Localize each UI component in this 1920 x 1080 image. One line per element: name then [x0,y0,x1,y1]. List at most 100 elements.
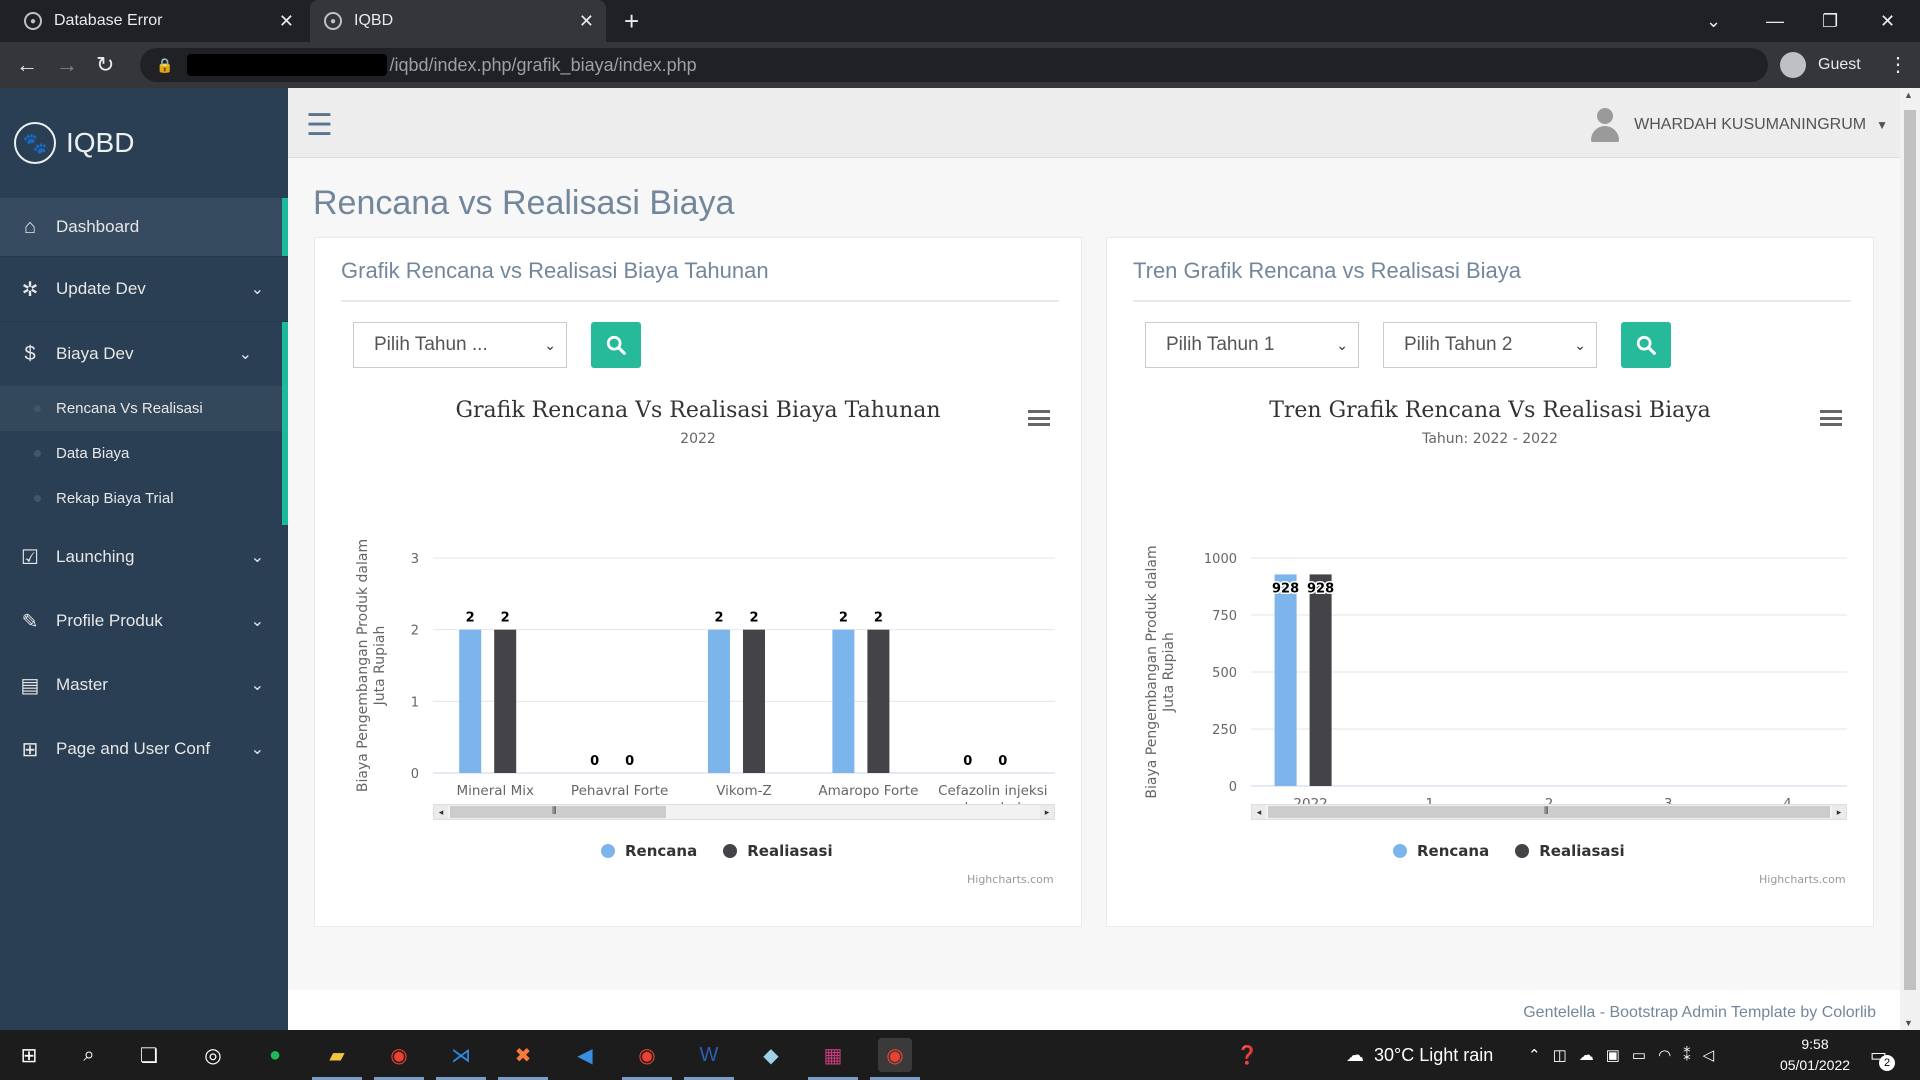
bar-realiasasi[interactable] [1309,574,1332,786]
xampp-icon[interactable]: ✖ [506,1038,540,1072]
legend-label: Realiasasi [1539,842,1625,860]
user-name: WHARDAH KUSUMANINGRUM [1634,116,1867,133]
chrome-profile-icon[interactable]: ◉ [630,1038,664,1072]
bar-realiasasi[interactable] [494,629,517,773]
profile-button[interactable]: Guest [1780,50,1861,80]
scroll-down-icon[interactable]: ▼ [1904,1018,1913,1028]
panel-trend-chart: Tren Grafik Rencana vs Realisasi Biaya P… [1106,237,1874,927]
legend-item-rencana[interactable]: Rencana [1393,842,1489,860]
chart-credits[interactable]: Highcharts.com [1759,873,1846,886]
minimize-icon[interactable]: — [1766,0,1784,42]
url-bar[interactable]: 🔒 /iqbd/index.php/grafik_biaya/index.php [140,48,1768,82]
bar-rencana[interactable] [708,629,730,773]
search-icon[interactable]: ⌕ [72,1038,106,1072]
clock[interactable]: 9:58 05/01/2022 [1760,1034,1870,1076]
page-scrollbar[interactable]: ▲ ▼ [1900,88,1920,1030]
paw-logo-icon: 🐾 [14,122,56,164]
y-axis-label-line: Biaya Pengembangan Produk dalam [1144,545,1160,798]
search-button[interactable] [591,322,641,368]
vscode-icon[interactable]: ⋊ [444,1038,478,1072]
chart-scrollbar[interactable]: ◂ ⦀ ▸ [433,804,1055,820]
chevron-down-icon: ⌄ [1336,336,1348,353]
sidebar-item-master[interactable]: ▤ Master ⌄ [0,653,288,717]
grip-icon: ⦀ [552,806,557,817]
panel-title: Grafik Rencana vs Realisasi Biaya Tahuna… [341,258,769,283]
address-toolbar: ← → ↻ 🔒 /iqbd/index.php/grafik_biaya/ind… [0,42,1920,88]
bar-realiasasi[interactable] [867,629,890,773]
scroll-right-icon[interactable]: ▸ [1832,805,1846,819]
browser-menu-icon[interactable]: ⋮ [1888,52,1908,77]
user-dropdown[interactable]: WHARDAH KUSUMANINGRUM ▼ [1590,108,1888,142]
chrome-icon[interactable]: ◉ [878,1038,912,1072]
weather-widget[interactable]: ☁ 30°C Light rain [1346,1030,1493,1080]
submenu-label: Rencana Vs Realisasi [56,400,203,417]
chrome-profile-icon[interactable]: ◉ [382,1038,416,1072]
close-window-icon[interactable]: ✕ [1880,0,1895,42]
legend-item-realisasi[interactable]: Realiasasi [1515,842,1625,860]
word-icon[interactable]: W [692,1038,726,1072]
scroll-thumb[interactable] [450,806,666,818]
chevron-down-icon: ⌄ [250,281,264,298]
restore-icon[interactable]: ❐ [1822,0,1838,42]
year-select[interactable]: Pilih Tahun ... ⌄ [353,322,567,368]
bar-rencana[interactable] [1274,574,1297,786]
app-icon[interactable]: ◎ [196,1038,230,1072]
brand[interactable]: 🐾 IQBD [0,88,288,198]
close-tab-icon[interactable]: ✕ [279,11,294,32]
menu-toggle-icon[interactable]: ☰ [306,108,333,143]
profile-label: Guest [1818,56,1861,73]
search-button[interactable] [1621,322,1671,368]
footer-credit[interactable]: Gentelella - Bootstrap Admin Template by… [1523,1004,1876,1022]
submenu-label: Rekap Biaya Trial [56,490,174,507]
chart-title: Grafik Rencana Vs Realisasi Biaya Tahuna… [455,398,941,423]
legend-label: Rencana [1417,842,1490,860]
chart-scrollbar[interactable]: ◂ ⦀ ▸ [1251,804,1847,820]
browser-tab-iqbd[interactable]: ● IQBD ✕ [310,0,606,42]
close-tab-icon[interactable]: ✕ [579,11,594,32]
scroll-left-icon[interactable]: ◂ [434,805,448,819]
submenu-item-rekap-biaya-trial[interactable]: Rekap Biaya Trial [0,476,282,521]
app-icon[interactable]: ◆ [754,1038,788,1072]
annual-bar-chart: 0 1 2 3 Biaya Pengembangan Produk dalamJuta … [355,539,1055,816]
browser-tab-database-error[interactable]: ● Database Error ✕ [10,0,306,42]
sidebar-item-page-user-conf[interactable]: ⊞ Page and User Conf ⌄ [0,717,288,781]
chart-menu-icon[interactable] [1028,410,1050,426]
submenu-item-rencana-vs-realisasi[interactable]: Rencana Vs Realisasi [0,386,282,431]
task-view-icon[interactable]: ❏ [132,1038,166,1072]
bar-rencana[interactable] [459,629,482,773]
scroll-up-icon[interactable]: ▲ [1904,90,1913,100]
chevron-down-icon: ⌄ [250,741,264,758]
year-1-select[interactable]: Pilih Tahun 1 ⌄ [1145,322,1359,368]
system-tray-icons[interactable]: ⌃◫☁▣▭◠⁑◁ [1528,1030,1726,1080]
sidebar-item-dashboard[interactable]: ⌂ Dashboard [0,198,288,256]
bar-rencana[interactable] [832,629,855,773]
submenu-item-data-biaya[interactable]: Data Biaya [0,431,282,476]
reload-icon[interactable]: ↻ [96,52,114,78]
chart-menu-icon[interactable] [1820,410,1842,426]
new-tab-button[interactable]: + [624,6,639,37]
scroll-thumb[interactable] [1268,806,1830,818]
legend-item-realisasi[interactable]: Realiasasi [723,842,833,860]
sidebar-item-biaya-dev[interactable]: $ Biaya Dev ⌄ [0,322,288,386]
data-label: 2 [466,611,475,626]
help-icon[interactable]: ❓ [1236,1030,1258,1080]
bar-realiasasi[interactable] [743,629,765,773]
page-scroll-thumb[interactable] [1904,110,1916,990]
notification-center[interactable]: ▭ 2 [1870,1030,1896,1080]
app-dolphin-icon[interactable]: ◀ [568,1038,602,1072]
sidebar-item-update-dev[interactable]: ✲ Update Dev ⌄ [0,257,288,321]
spotify-icon[interactable]: ● [258,1038,292,1072]
chart-credits[interactable]: Highcharts.com [967,873,1054,886]
legend-item-rencana[interactable]: Rencana [601,842,697,860]
sidebar-item-profile-produk[interactable]: ✎ Profile Produk ⌄ [0,589,288,653]
winrar-icon[interactable]: ▦ [816,1038,850,1072]
sidebar-item-launching[interactable]: ☑ Launching ⌄ [0,525,288,589]
scroll-left-icon[interactable]: ◂ [1252,805,1266,819]
forward-icon[interactable]: → [56,52,78,78]
tab-search-icon[interactable]: ⌄ [1706,0,1721,42]
back-icon[interactable]: ← [16,52,38,78]
file-explorer-icon[interactable]: ▰ [320,1038,354,1072]
year-2-select[interactable]: Pilih Tahun 2 ⌄ [1383,322,1597,368]
windows-start-icon[interactable]: ⊞ [12,1038,46,1072]
scroll-right-icon[interactable]: ▸ [1040,805,1054,819]
